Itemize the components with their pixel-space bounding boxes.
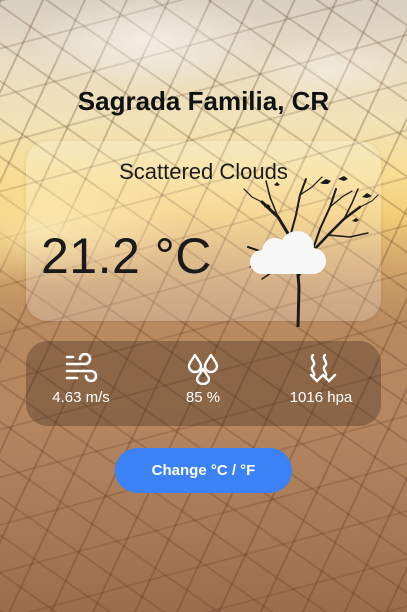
wind-speed-value: 4.63 m/s [52,389,110,406]
wind-stat: 4.63 m/s [26,353,136,406]
droplets-icon [187,353,219,385]
location-title: Sagrada Familia, CR [77,86,330,116]
wind-icon [65,353,98,383]
unit-toggle-button[interactable]: Change °C / °F [115,448,292,493]
humidity-value: 85 % [185,389,221,406]
humidity-stat: 85 % [148,353,258,406]
weather-stats-card: 4.63 m/s 85 % 1016 hpa [26,341,381,426]
cloud-icon [250,231,326,275]
pressure-waves-icon [309,353,337,383]
pressure-value: 1016 hpa [289,389,353,406]
pressure-stat: 1016 hpa [266,353,376,406]
temperature-value: 21.2 °C [41,228,212,284]
current-weather-card: Scattered Clouds 21.2 °C [26,141,381,327]
